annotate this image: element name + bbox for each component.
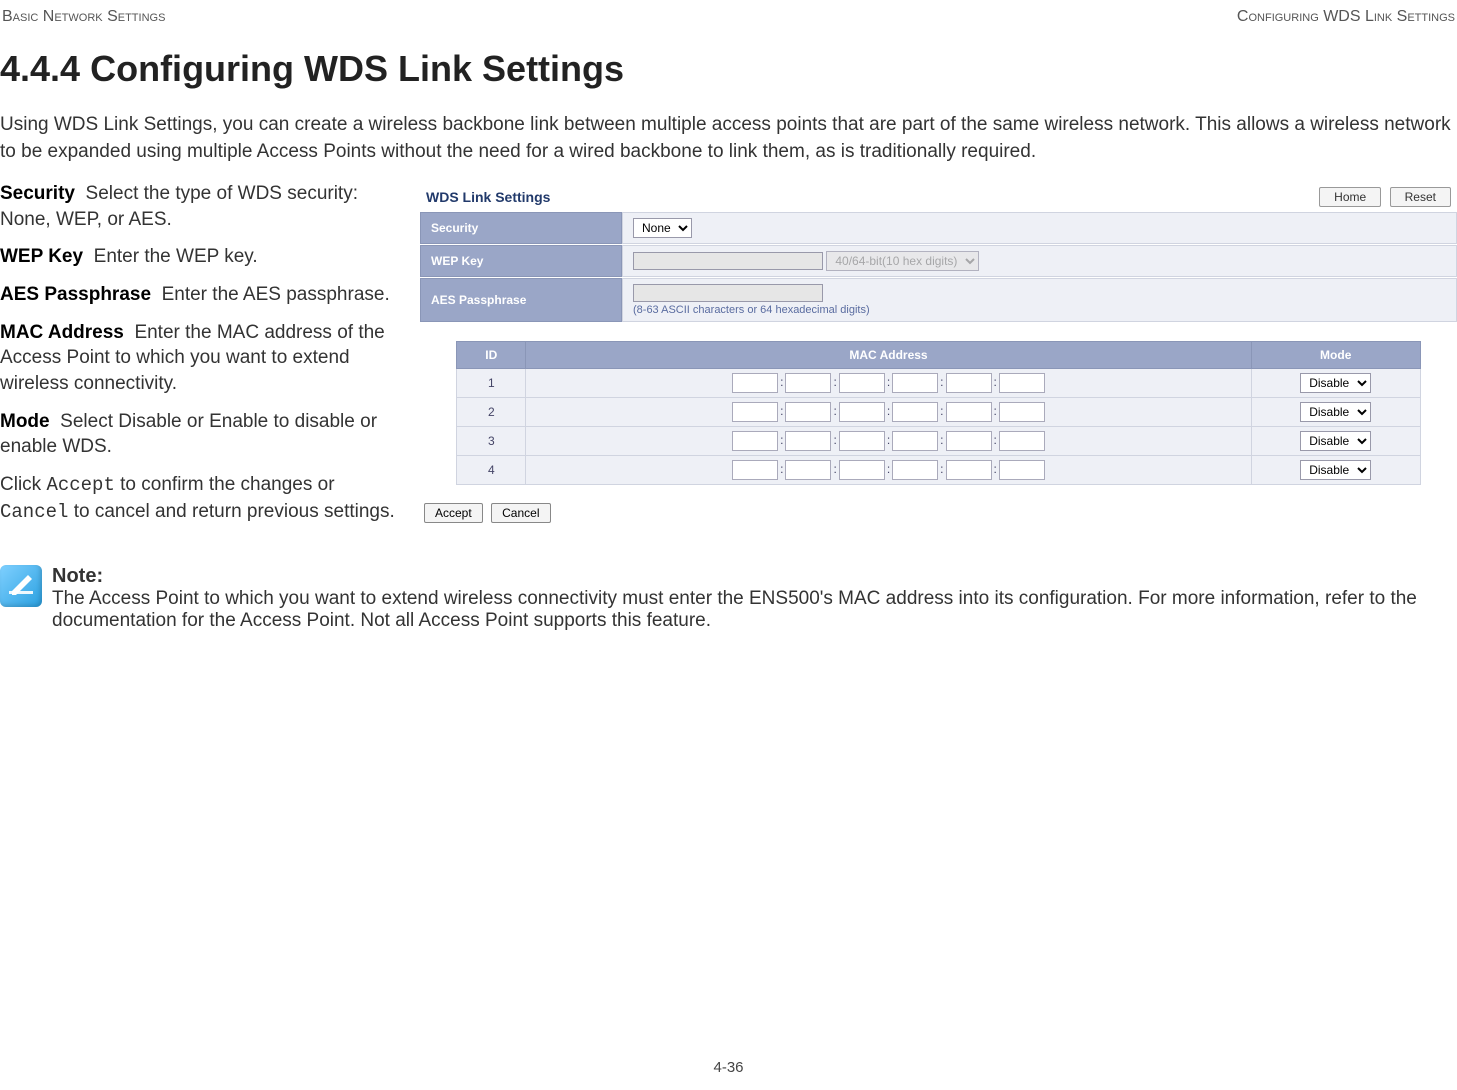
panel-header: WDS Link Settings Home Reset [420, 183, 1457, 211]
click-mid: to confirm the changes or [115, 474, 335, 495]
wep-input[interactable] [633, 252, 823, 270]
definitions-column: Security Select the type of WDS security… [0, 181, 400, 541]
mac-octet[interactable] [785, 460, 831, 480]
note-body: Note: The Access Point to which you want… [52, 565, 1457, 632]
mac-octet[interactable] [946, 373, 992, 393]
def-aes-text: Enter the AES passphrase. [162, 284, 390, 305]
mac-id-1: 1 [457, 369, 526, 398]
mac-id-3: 3 [457, 427, 526, 456]
action-buttons: Accept Cancel [424, 503, 1453, 523]
mac-octet[interactable] [839, 460, 885, 480]
mac-octet[interactable] [839, 373, 885, 393]
def-aes: AES Passphrase Enter the AES passphrase. [0, 282, 400, 308]
aes-input[interactable] [633, 284, 823, 302]
def-aes-term: AES Passphrase [0, 284, 151, 305]
mac-id-4: 4 [457, 456, 526, 485]
settings-form-table: Security None WEP Key 40/64-bit(10 hex d… [420, 211, 1457, 323]
def-wep-term: WEP Key [0, 246, 83, 267]
home-button[interactable]: Home [1319, 187, 1381, 207]
section-heading: 4.4.4 Configuring WDS Link Settings [0, 48, 1457, 90]
header-left: Basic Network Settings [2, 8, 165, 26]
mac-octet[interactable] [999, 460, 1045, 480]
mac-octet[interactable] [999, 373, 1045, 393]
security-select[interactable]: None [633, 218, 692, 238]
cancel-button[interactable]: Cancel [491, 503, 550, 523]
mode-select-3[interactable]: Disable [1300, 431, 1371, 451]
mac-octet[interactable] [946, 431, 992, 451]
note-text: The Access Point to which you want to ex… [52, 588, 1457, 632]
mode-select-2[interactable]: Disable [1300, 402, 1371, 422]
label-wep: WEP Key [420, 245, 622, 277]
pencil-note-icon [0, 565, 42, 607]
mac-address-table: ID MAC Address Mode 1 ::::: Disable 2 ::… [456, 341, 1420, 485]
mac-id-2: 2 [457, 398, 526, 427]
accept-button[interactable]: Accept [424, 503, 483, 523]
mac-octet[interactable] [732, 402, 778, 422]
reset-button[interactable]: Reset [1390, 187, 1451, 207]
mac-octet[interactable] [785, 402, 831, 422]
page-number: 4-36 [713, 1059, 743, 1076]
note-title: Note: [52, 565, 1457, 588]
mac-octet[interactable] [946, 402, 992, 422]
def-mode-term: Mode [0, 411, 50, 432]
mac-row-2: 2 ::::: Disable [457, 398, 1420, 427]
mac-octet[interactable] [892, 373, 938, 393]
def-mode-text: Select Disable or Enable to disable or e… [0, 411, 377, 458]
panel-title: WDS Link Settings [426, 189, 550, 205]
mac-octet[interactable] [785, 431, 831, 451]
click-cancel: Cancel [0, 501, 68, 523]
def-security: Security Select the type of WDS security… [0, 181, 400, 232]
def-mac-term: MAC Address [0, 322, 124, 343]
click-pre: Click [0, 474, 46, 495]
mac-octet[interactable] [892, 460, 938, 480]
mode-select-1[interactable]: Disable [1300, 373, 1371, 393]
mac-octet[interactable] [732, 373, 778, 393]
mac-row-4: 4 ::::: Disable [457, 456, 1420, 485]
label-security: Security [420, 212, 622, 244]
mac-row-3: 3 ::::: Disable [457, 427, 1420, 456]
mode-select-4[interactable]: Disable [1300, 460, 1371, 480]
def-mode: Mode Select Disable or Enable to disable… [0, 409, 400, 460]
mac-octet[interactable] [732, 460, 778, 480]
screenshot-panel: WDS Link Settings Home Reset Security No… [420, 183, 1457, 541]
mac-octet[interactable] [785, 373, 831, 393]
header-right: Configuring WDS Link Settings [1237, 8, 1455, 26]
intro-paragraph: Using WDS Link Settings, you can create … [0, 112, 1457, 165]
label-aes: AES Passphrase [420, 278, 622, 322]
section-number: 4.4.4 [0, 48, 80, 89]
mac-octet[interactable] [946, 460, 992, 480]
mac-cells-1: ::::: [526, 369, 1251, 398]
mac-cells-4: ::::: [526, 456, 1251, 485]
mac-cells-2: ::::: [526, 398, 1251, 427]
mac-octet[interactable] [999, 402, 1045, 422]
mac-octet[interactable] [892, 431, 938, 451]
row-wep: WEP Key 40/64-bit(10 hex digits) [420, 245, 1457, 277]
mac-octet[interactable] [892, 402, 938, 422]
mac-row-1: 1 ::::: Disable [457, 369, 1420, 398]
mac-octet[interactable] [999, 431, 1045, 451]
th-mode: Mode [1251, 342, 1420, 369]
th-id: ID [457, 342, 526, 369]
mac-octet[interactable] [839, 431, 885, 451]
def-mac: MAC Address Enter the MAC address of the… [0, 320, 400, 397]
def-security-term: Security [0, 183, 75, 204]
mac-octet[interactable] [732, 431, 778, 451]
mac-cells-3: ::::: [526, 427, 1251, 456]
note-block: Note: The Access Point to which you want… [0, 565, 1457, 632]
def-wep: WEP Key Enter the WEP key. [0, 244, 400, 270]
row-aes: AES Passphrase (8-63 ASCII characters or… [420, 278, 1457, 322]
click-accept: Accept [46, 474, 114, 496]
mac-octet[interactable] [839, 402, 885, 422]
th-mac: MAC Address [526, 342, 1251, 369]
click-post: to cancel and return previous settings. [68, 501, 394, 522]
def-click: Click Accept to confirm the changes or C… [0, 472, 400, 525]
aes-hint: (8-63 ASCII characters or 64 hexadecimal… [633, 304, 870, 316]
section-title-text: Configuring WDS Link Settings [90, 48, 624, 89]
def-wep-text: Enter the WEP key. [94, 246, 258, 267]
page-header: Basic Network Settings Configuring WDS L… [0, 0, 1457, 30]
row-security: Security None [420, 212, 1457, 244]
wep-hint-select[interactable]: 40/64-bit(10 hex digits) [826, 251, 979, 271]
